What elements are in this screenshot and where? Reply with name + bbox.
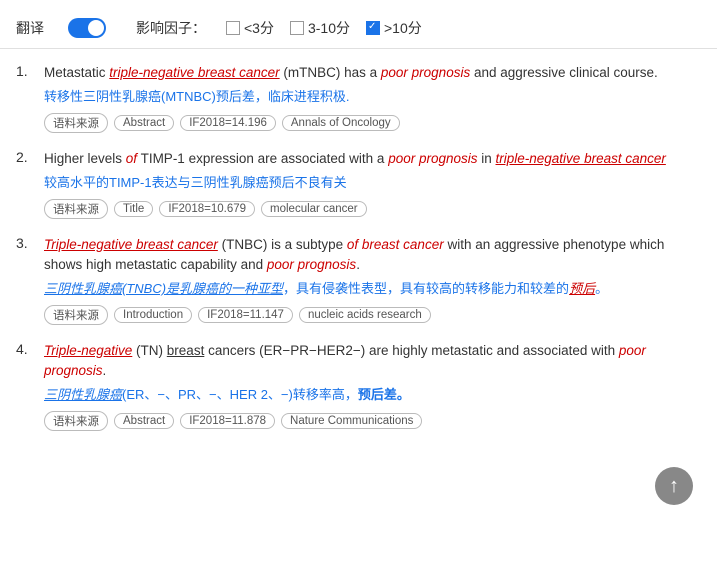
scroll-to-top-button[interactable]: ↑: [655, 467, 693, 505]
toggle-switch[interactable]: [68, 18, 106, 38]
result-body-3: Triple-negative breast cancer (TNBC) is …: [44, 235, 701, 325]
checkbox-lt3[interactable]: [226, 21, 240, 35]
result-body-4: Triple-negative (TN) breast cancers (ER−…: [44, 341, 701, 431]
filter-group: <3分 3-10分 >10分: [226, 18, 422, 38]
tag-title-2[interactable]: Title: [114, 201, 153, 217]
zh-red-3: 预后: [569, 281, 595, 296]
filter-3to10[interactable]: 3-10分: [290, 18, 350, 38]
checkbox-gt10[interactable]: [366, 21, 380, 35]
en-text-3: Triple-negative breast cancer (TNBC) is …: [44, 235, 701, 276]
tag-if-4[interactable]: IF2018=11.878: [180, 413, 275, 429]
scroll-top-arrow-icon: ↑: [669, 476, 679, 496]
result-item-1: Metastatic triple-negative breast cancer…: [16, 63, 701, 133]
filter-gt10-label: >10分: [384, 18, 422, 38]
tag-source-4[interactable]: 语料来源: [44, 411, 108, 431]
keyword-prognosis-4: poor prognosis: [44, 343, 646, 378]
tag-source-3[interactable]: 语料来源: [44, 305, 108, 325]
keyword-tnbc-3: Triple-negative breast cancer: [44, 237, 218, 252]
translate-label: 翻译: [16, 18, 44, 38]
tags-4: 语料来源 Abstract IF2018=11.878 Nature Commu…: [44, 411, 701, 431]
result-item-3: Triple-negative breast cancer (TNBC) is …: [16, 235, 701, 325]
tag-if-2[interactable]: IF2018=10.679: [159, 201, 255, 217]
zh-text-3: 三阴性乳腺癌(TNBC)是乳腺癌的一种亚型，具有侵袭性表型，具有较高的转移能力和…: [44, 279, 701, 299]
result-body-1: Metastatic triple-negative breast cancer…: [44, 63, 701, 133]
tags-2: 语料来源 Title IF2018=10.679 molecular cance…: [44, 199, 701, 219]
tag-intro-3[interactable]: Introduction: [114, 307, 192, 323]
tag-abstract-1[interactable]: Abstract: [114, 115, 174, 131]
tag-journal-3[interactable]: nucleic acids research: [299, 307, 431, 323]
filter-gt10[interactable]: >10分: [366, 18, 422, 38]
keyword-tnbc-2: triple-negative breast cancer: [496, 151, 666, 166]
tag-if-3[interactable]: IF2018=11.147: [198, 307, 293, 323]
en-text-1: Metastatic triple-negative breast cancer…: [44, 63, 701, 83]
keyword-of-3: of breast cancer: [347, 237, 444, 252]
tags-1: 语料来源 Abstract IF2018=14.196 Annals of On…: [44, 113, 701, 133]
result-item-4: Triple-negative (TN) breast cancers (ER−…: [16, 341, 701, 431]
keyword-prognosis-3: poor prognosis: [267, 257, 356, 272]
zh-text-1: 转移性三阴性乳腺癌(MTNBC)预后差，临床进程积极.: [44, 87, 701, 107]
keyword-of-2: of: [126, 151, 137, 166]
checkbox-3to10[interactable]: [290, 21, 304, 35]
tag-if-1[interactable]: IF2018=14.196: [180, 115, 276, 131]
zh-underline-4: 三阴性乳腺癌: [44, 387, 122, 402]
toggle-thumb: [88, 20, 104, 36]
en-text-4: Triple-negative (TN) breast cancers (ER−…: [44, 341, 701, 382]
zh-text-4: 三阴性乳腺癌(ER、−、PR、−、HER 2、−)转移率高，预后差。: [44, 385, 701, 405]
results-list: Metastatic triple-negative breast cancer…: [16, 63, 701, 431]
en-text-2: Higher levels of TIMP-1 expression are a…: [44, 149, 701, 169]
keyword-prognosis-1: poor prognosis: [381, 65, 470, 80]
keyword-prognosis-2: poor prognosis: [388, 151, 477, 166]
tag-journal-1[interactable]: Annals of Oncology: [282, 115, 400, 131]
keyword-breast-4: breast: [167, 343, 205, 358]
keyword-tnbc-1: triple-negative breast cancer: [109, 65, 279, 80]
zh-underline-3: 三阴性乳腺癌(TNBC)是乳腺癌的一种亚型: [44, 281, 283, 296]
tag-source-2[interactable]: 语料来源: [44, 199, 108, 219]
content-area: Metastatic triple-negative breast cancer…: [0, 57, 717, 457]
tag-abstract-4[interactable]: Abstract: [114, 413, 174, 429]
tags-3: 语料来源 Introduction IF2018=11.147 nucleic …: [44, 305, 701, 325]
top-bar: 翻译 影响因子： <3分 3-10分 >10分: [0, 10, 717, 49]
tag-journal-2[interactable]: molecular cancer: [261, 201, 367, 217]
keyword-tn-4: Triple-negative: [44, 343, 132, 358]
filter-lt3-label: <3分: [244, 18, 274, 38]
zh-bold-4: 预后差。: [358, 387, 410, 402]
result-item-2: Higher levels of TIMP-1 expression are a…: [16, 149, 701, 219]
filter-3to10-label: 3-10分: [308, 18, 350, 38]
result-body-2: Higher levels of TIMP-1 expression are a…: [44, 149, 701, 219]
zh-text-2: 较高水平的TIMP-1表达与三阴性乳腺癌预后不良有关: [44, 173, 701, 193]
tag-journal-4[interactable]: Nature Communications: [281, 413, 422, 429]
filter-lt3[interactable]: <3分: [226, 18, 274, 38]
impact-factor-label: 影响因子：: [136, 18, 206, 38]
tag-source-1[interactable]: 语料来源: [44, 113, 108, 133]
